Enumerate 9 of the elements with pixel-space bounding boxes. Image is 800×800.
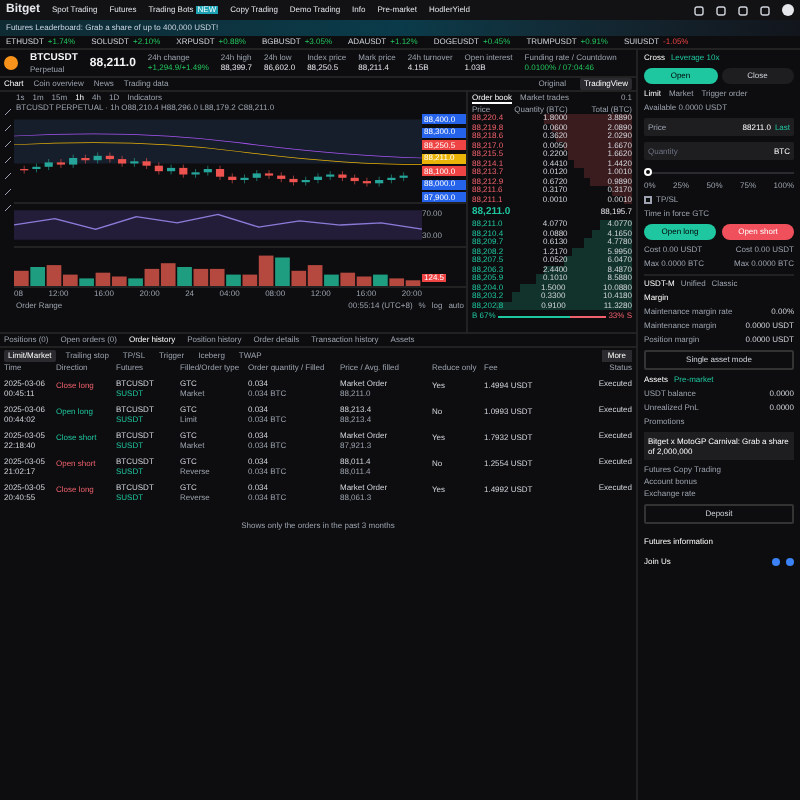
toolbar-icon[interactable] (694, 5, 704, 15)
amount-slider[interactable] (644, 168, 794, 176)
tpsl-checkbox[interactable] (644, 196, 652, 204)
toolbar-icon[interactable] (760, 5, 770, 15)
avatar[interactable] (782, 4, 794, 16)
slider-thumb[interactable] (644, 168, 652, 176)
toolbar-icon[interactable] (738, 5, 748, 15)
coin-icon (4, 56, 18, 70)
toolbar-icon[interactable] (716, 5, 726, 15)
